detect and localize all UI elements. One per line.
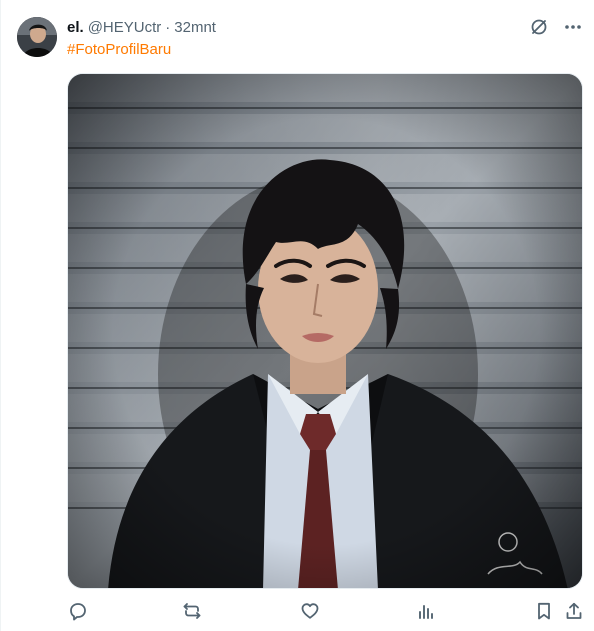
- repost-icon[interactable]: [181, 600, 203, 622]
- reply-icon[interactable]: [67, 600, 89, 622]
- action-bar: [67, 600, 587, 624]
- grok-icon[interactable]: [528, 16, 550, 38]
- like-icon[interactable]: [299, 600, 321, 622]
- top-actions: [528, 16, 584, 38]
- share-icon[interactable]: [563, 600, 585, 622]
- views-icon[interactable]: [415, 600, 437, 622]
- separator-dot: ·: [165, 19, 171, 36]
- display-name[interactable]: el.: [67, 18, 84, 38]
- tweet-photo[interactable]: [67, 73, 583, 589]
- user-handle[interactable]: @HEYUctr: [88, 18, 162, 38]
- avatar[interactable]: [17, 17, 57, 57]
- more-icon[interactable]: [562, 16, 584, 38]
- hashtag-link[interactable]: #FotoProfilBaru: [67, 40, 171, 60]
- timestamp[interactable]: 32mnt: [174, 18, 216, 38]
- tweet[interactable]: el. @HEYUctr · 32mnt #FotoProfilBaru: [0, 0, 594, 631]
- bookmark-icon[interactable]: [533, 600, 555, 622]
- tweet-header: el. @HEYUctr · 32mnt: [67, 18, 216, 38]
